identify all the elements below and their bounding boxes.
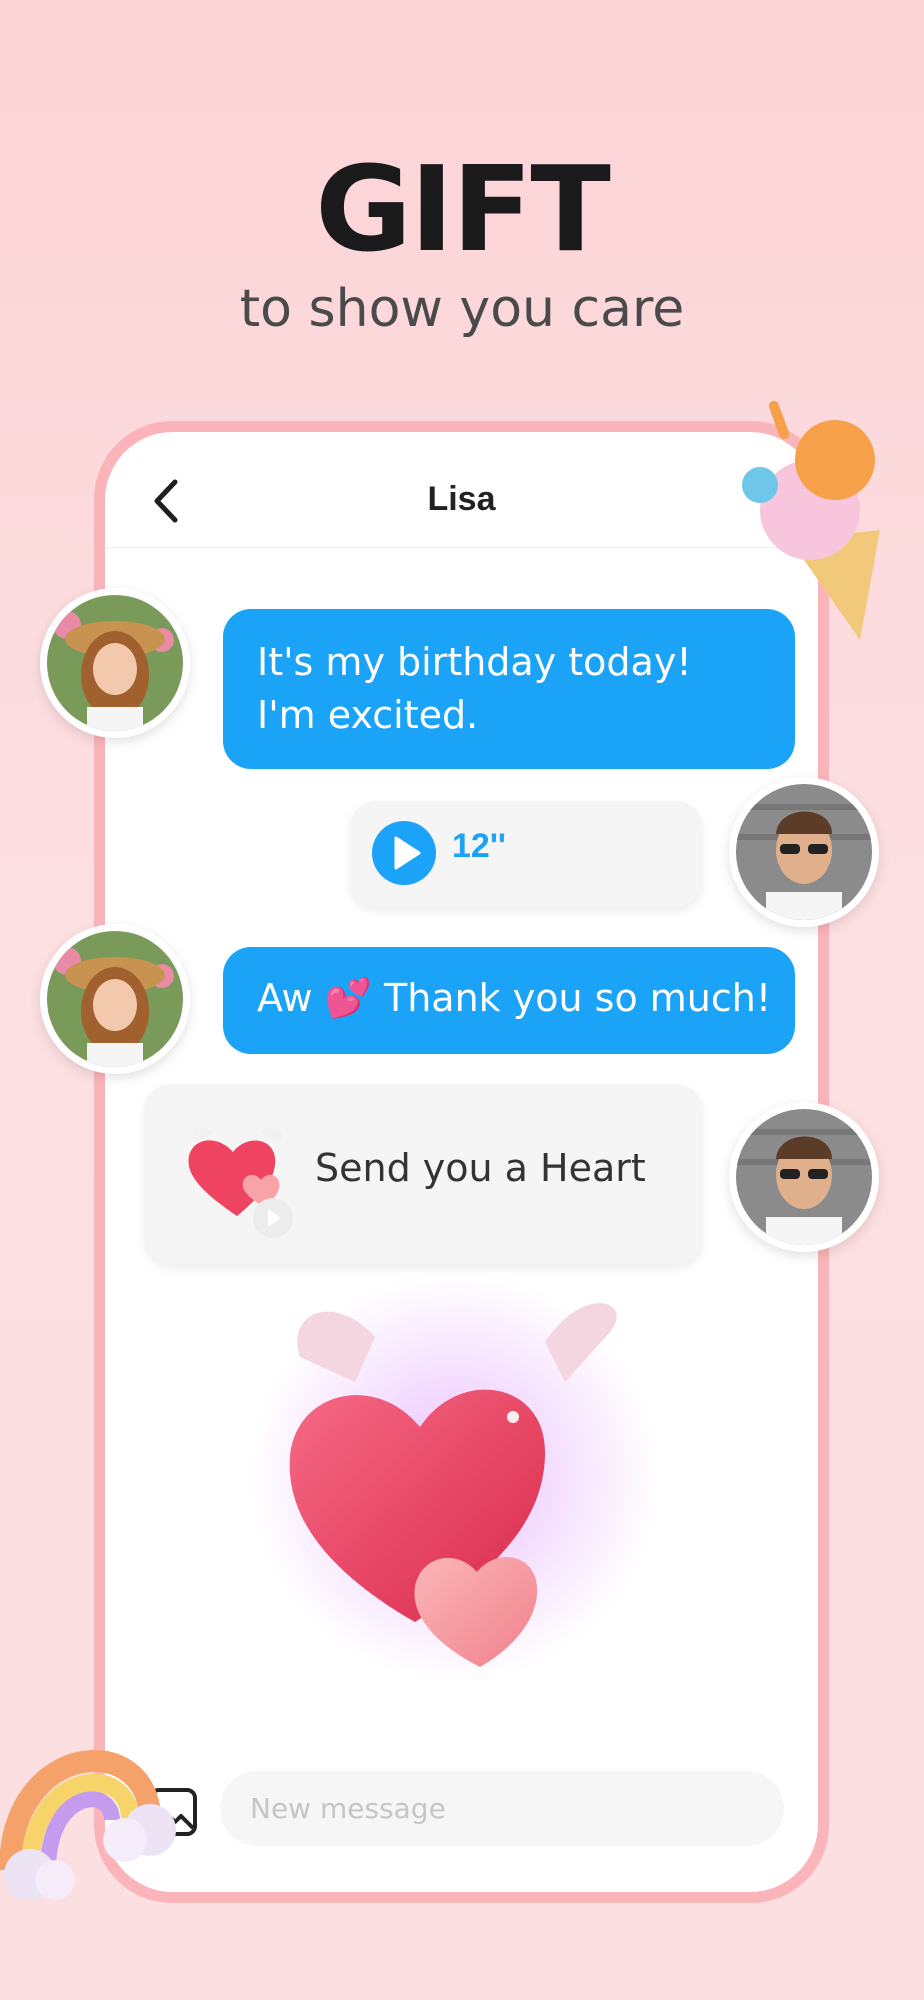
heart-gift-animation xyxy=(245,1262,665,1682)
avatar-user[interactable] xyxy=(729,777,879,927)
avatar-image xyxy=(736,784,872,920)
gift-label: Send you a Heart xyxy=(315,1146,646,1190)
chat-header: Lisa xyxy=(105,432,818,548)
avatar-user[interactable] xyxy=(729,1102,879,1252)
message-input[interactable] xyxy=(220,1771,784,1846)
message-bubble[interactable]: It's my birthday today! I'm excited. xyxy=(223,609,795,769)
message-bubble[interactable]: Aw 💕 Thank you so much! xyxy=(223,947,795,1054)
message-text: Aw 💕 Thank you so much! xyxy=(257,976,772,1020)
avatar-image xyxy=(47,595,183,731)
gift-message[interactable]: Send you a Heart xyxy=(145,1084,702,1264)
heart-icon xyxy=(188,1127,293,1238)
page-title: GIFT xyxy=(315,140,611,278)
ice-cream-decoration xyxy=(740,390,900,650)
play-icon xyxy=(394,836,421,870)
winged-heart-icon xyxy=(250,1272,660,1682)
voice-message[interactable]: 12'' xyxy=(350,801,702,907)
avatar-lisa[interactable] xyxy=(40,588,190,738)
avatar-image xyxy=(736,1109,872,1245)
chat-screen: Lisa It's my birthday today! I'm excited… xyxy=(105,432,818,1892)
voice-play-button[interactable] xyxy=(372,821,436,885)
rainbow-icon xyxy=(0,1750,176,1901)
rainbow-decoration xyxy=(0,1680,190,1901)
ice-cream-icon xyxy=(742,400,880,640)
avatar-lisa[interactable] xyxy=(40,924,190,1074)
voice-duration: 12'' xyxy=(452,827,506,865)
page-subtitle: to show you care xyxy=(239,279,685,339)
message-text: It's my birthday today! I'm excited. xyxy=(257,640,692,737)
contact-name: Lisa xyxy=(427,480,496,518)
gift-heart-thumbnail xyxy=(177,1120,297,1238)
avatar-image xyxy=(47,931,183,1067)
